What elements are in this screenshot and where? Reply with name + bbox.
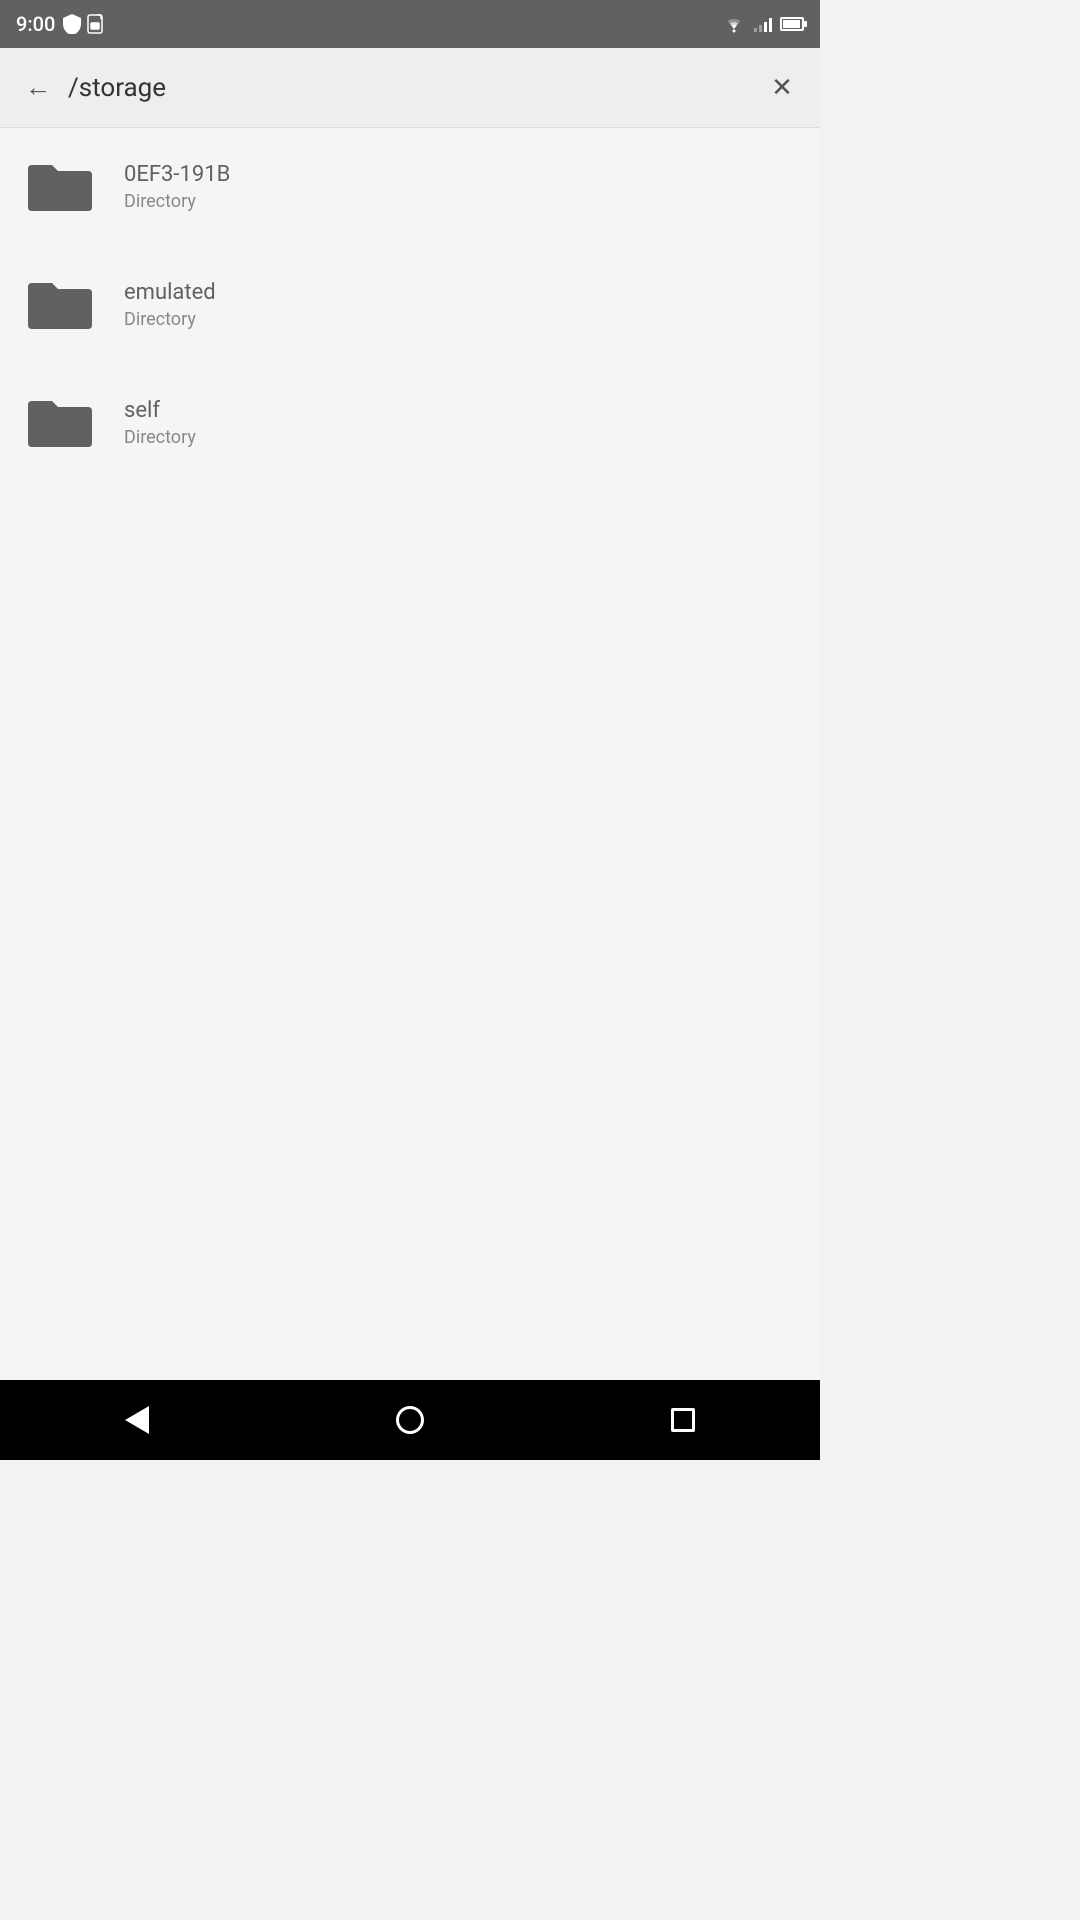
file-name: self	[124, 398, 196, 423]
nav-back-button[interactable]	[97, 1390, 177, 1450]
sim-icon	[87, 14, 103, 34]
app-bar-title: /storage	[60, 73, 760, 103]
status-bar: 9:00	[0, 0, 820, 48]
status-bar-right	[722, 15, 804, 33]
folder-svg-icon	[24, 275, 96, 335]
folder-icon	[20, 388, 100, 458]
file-name: emulated	[124, 280, 216, 305]
file-type: Directory	[124, 191, 230, 212]
file-info: emulated Directory	[100, 280, 216, 330]
list-item[interactable]: self Directory	[0, 364, 820, 482]
close-button[interactable]: ✕	[760, 66, 804, 110]
list-item[interactable]: 0EF3-191B Directory	[0, 128, 820, 246]
back-arrow-icon: ←	[25, 72, 51, 103]
file-type: Directory	[124, 427, 196, 448]
file-type: Directory	[124, 309, 216, 330]
folder-icon	[20, 152, 100, 222]
nav-home-icon	[396, 1406, 424, 1434]
status-icons-left	[63, 14, 103, 34]
file-name: 0EF3-191B	[124, 162, 230, 187]
battery-icon	[780, 17, 804, 31]
folder-svg-icon	[24, 393, 96, 453]
back-button[interactable]: ←	[16, 66, 60, 110]
folder-icon	[20, 270, 100, 340]
status-time: 9:00	[16, 12, 55, 36]
nav-back-icon	[125, 1406, 149, 1434]
signal-icon	[754, 16, 772, 32]
nav-recents-icon	[671, 1408, 695, 1432]
nav-recents-button[interactable]	[643, 1390, 723, 1450]
file-info: self Directory	[100, 398, 196, 448]
nav-home-button[interactable]	[370, 1390, 450, 1450]
file-list: 0EF3-191B Directory emulated Directory s…	[0, 128, 820, 1380]
app-bar: ← /storage ✕	[0, 48, 820, 128]
nav-bar	[0, 1380, 820, 1460]
shield-icon	[63, 14, 81, 34]
file-info: 0EF3-191B Directory	[100, 162, 230, 212]
close-icon: ✕	[771, 73, 793, 103]
status-bar-left: 9:00	[16, 12, 103, 36]
list-item[interactable]: emulated Directory	[0, 246, 820, 364]
folder-svg-icon	[24, 157, 96, 217]
wifi-icon	[722, 15, 746, 33]
